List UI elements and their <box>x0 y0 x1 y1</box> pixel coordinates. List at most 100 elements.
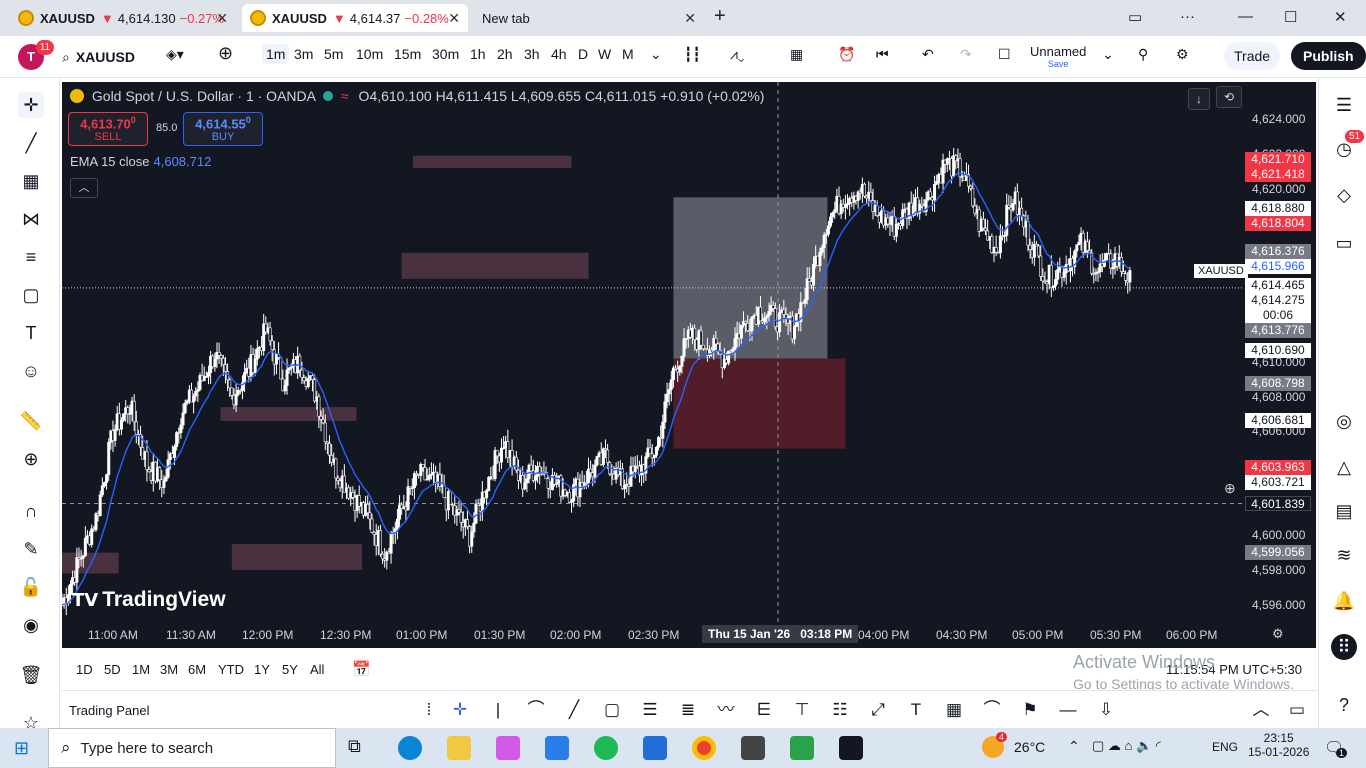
zoom-icon[interactable]: ⊕ <box>18 446 44 472</box>
target-icon[interactable]: ◎ <box>1331 408 1357 434</box>
store-icon[interactable] <box>545 736 569 760</box>
shape-icon[interactable]: ▢ <box>18 282 44 308</box>
auto-scale-icon[interactable]: ⟲ <box>1216 86 1242 108</box>
tab-xauusd-1[interactable]: XAUUSD ▼ 4,614.130 −0.27% ✕ <box>10 4 236 32</box>
ruler-icon[interactable]: 📏 <box>18 408 44 434</box>
maximize-panel-icon[interactable]: ▭ <box>1286 699 1308 721</box>
settings-icon[interactable]: ⚙ <box>1176 46 1189 63</box>
wave-icon[interactable]: 〰 <box>715 699 737 721</box>
windows-start-icon[interactable]: ⊞ <box>14 738 29 759</box>
interval-2h[interactable]: 2h <box>497 46 513 62</box>
emoji-icon[interactable]: ☺ <box>18 358 44 384</box>
trend-line-icon[interactable]: ╱ <box>18 130 44 156</box>
stack-icon[interactable]: △ <box>1331 454 1357 480</box>
cast-icon[interactable]: ▭ <box>1128 8 1142 26</box>
interval-M[interactable]: M <box>622 46 634 62</box>
close-icon[interactable]: ✕ <box>448 10 460 27</box>
interval-W[interactable]: W <box>598 46 611 62</box>
interval-30m[interactable]: 30m <box>432 46 459 62</box>
bell-icon[interactable]: 🔔 <box>1331 588 1357 614</box>
interval-5m[interactable]: 5m <box>324 46 343 62</box>
range-ytd[interactable]: YTD <box>218 662 244 677</box>
replay-icon[interactable]: ⏮ <box>876 46 889 63</box>
minimize-icon[interactable]: — <box>1238 8 1253 25</box>
alert-icon[interactable]: ⏰ <box>838 46 855 63</box>
interval-15m[interactable]: 15m <box>394 46 421 62</box>
text-icon[interactable]: T <box>18 320 44 346</box>
indicators-icon[interactable]: ⩘⌄ <box>730 46 745 63</box>
drag-handle-icon[interactable]: ⁞ <box>418 699 440 721</box>
fib-icon[interactable]: ☰ <box>639 699 661 721</box>
layers-icon[interactable]: ◇ <box>1331 182 1357 208</box>
layout-name[interactable]: Unnamed Save <box>1030 44 1086 69</box>
flag-icon[interactable]: ⚑ <box>1019 699 1041 721</box>
interval-10m[interactable]: 10m <box>356 46 383 62</box>
chat-icon[interactable]: ▭ <box>1331 230 1357 256</box>
tab-new[interactable]: New tab ✕ <box>474 4 704 32</box>
tradingview-task-icon[interactable] <box>839 736 863 760</box>
note-icon[interactable]: ⊤ <box>791 699 813 721</box>
range-5y[interactable]: 5Y <box>282 662 298 677</box>
trash-icon[interactable]: 🗑 <box>18 662 44 688</box>
range-6m[interactable]: 6M <box>188 662 206 677</box>
layout-box-icon[interactable]: ☐ <box>998 46 1011 63</box>
app-box-icon[interactable] <box>741 736 765 760</box>
watchlist-icon[interactable]: ☰ <box>1331 92 1357 118</box>
chrome-icon[interactable] <box>692 736 716 760</box>
interval-1m[interactable]: 1m <box>262 44 290 64</box>
grid-tool-icon[interactable]: ▦ <box>943 699 965 721</box>
interval-D[interactable]: D <box>578 46 588 62</box>
position-icon[interactable]: ☷ <box>829 699 851 721</box>
trade-button[interactable]: Trade <box>1224 42 1281 70</box>
collapse-legend-icon[interactable]: ︿ <box>70 178 98 198</box>
lock-icon[interactable]: 🔓 <box>18 574 44 600</box>
range-5d[interactable]: 5D <box>104 662 121 677</box>
rectangle-icon[interactable]: ▢ <box>601 699 623 721</box>
redo-icon[interactable]: ↷ <box>960 46 972 63</box>
tab-xauusd-2[interactable]: XAUUSD ▼ 4,614.37 −0.28% ✕ <box>242 4 468 32</box>
channel-icon[interactable]: ≣ <box>677 699 699 721</box>
vertical-line-icon[interactable]: | <box>487 699 509 721</box>
new-tab-plus-icon[interactable]: + <box>714 5 726 28</box>
brush-icon[interactable]: ⌒ <box>525 699 547 721</box>
symbol-search[interactable]: ⌕ XAUUSD <box>62 44 154 70</box>
text-tool-icon[interactable]: T <box>905 699 927 721</box>
chevron-up-icon[interactable]: ︿ <box>1250 699 1272 721</box>
outlook-icon[interactable] <box>643 736 667 760</box>
close-icon[interactable]: ✕ <box>684 10 696 27</box>
more-icon[interactable]: ··· <box>1180 8 1195 25</box>
pattern-icon[interactable]: ⋈ <box>18 206 44 232</box>
undo-icon[interactable]: ↶ <box>922 46 934 63</box>
sell-button[interactable]: 4,613.700 SELL <box>68 112 148 146</box>
line-icon[interactable]: ╱ <box>563 699 585 721</box>
range-1d[interactable]: 1D <box>76 662 93 677</box>
interval-4h[interactable]: 4h <box>551 46 567 62</box>
add-symbol-icon[interactable]: ⊕ <box>218 43 233 64</box>
horizontal-line-icon[interactable]: — <box>1057 699 1079 721</box>
taskbar-search[interactable]: ⌕ Type here to search <box>48 728 336 768</box>
fork-icon[interactable]: ⋿ <box>753 699 775 721</box>
quick-search-icon[interactable]: ⚲ <box>1138 46 1148 63</box>
chevron-down-icon[interactable]: ⌄ <box>650 46 662 63</box>
task-view-icon[interactable]: ⧉ <box>348 736 372 760</box>
calendar-icon[interactable]: ▤ <box>1331 498 1357 524</box>
compare-icon[interactable]: ◈▾ <box>166 46 184 63</box>
add-alert-plus-icon[interactable]: ⊕ <box>1224 480 1236 497</box>
maximize-icon[interactable]: ☐ <box>1284 8 1297 26</box>
copilot-icon[interactable] <box>496 736 520 760</box>
range-all[interactable]: All <box>310 662 324 677</box>
help-icon[interactable]: ? <box>1331 692 1357 718</box>
chevron-up-icon[interactable]: ⌃ <box>1068 738 1080 755</box>
apps-grid-icon[interactable]: ⠿ <box>1331 634 1357 660</box>
temperature[interactable]: 26°C <box>1014 739 1045 755</box>
cross-cursor-icon[interactable]: ✛ <box>449 699 471 721</box>
range-1y[interactable]: 1Y <box>254 662 270 677</box>
spotify-icon[interactable] <box>594 736 618 760</box>
file-explorer-icon[interactable] <box>447 736 471 760</box>
language-indicator[interactable]: ENG <box>1212 740 1238 754</box>
crosshair-icon[interactable]: ✛ <box>18 92 44 118</box>
tray-icons[interactable]: ▢ ☁ ⌂ 🔈 ◜ <box>1092 738 1161 754</box>
interval-3h[interactable]: 3h <box>524 46 540 62</box>
time-axis-settings-icon[interactable]: ⚙ <box>1272 626 1284 642</box>
arrow-down-icon[interactable]: ⇩ <box>1095 699 1117 721</box>
